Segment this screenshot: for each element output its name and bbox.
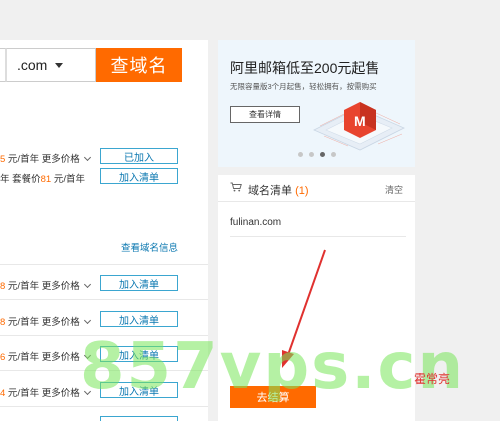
chevron-down-icon [83,153,91,162]
added-button[interactable]: 已加入 [100,148,178,164]
result-price: 年 套餐价81 元/首年 [0,174,85,185]
result-price: 8 元/首年 更多价格 [0,278,91,292]
cart-title: 域名清单 (1) [248,185,309,197]
view-domain-info-link[interactable]: 查看域名信息 [121,240,178,254]
chevron-down-icon [83,280,91,289]
carousel-dots[interactable] [298,152,336,157]
banner-title: 阿里邮箱低至200元起售 [230,60,380,76]
add-to-list-button[interactable] [100,416,178,421]
watermark-text: 857vps.cn [80,330,466,404]
carousel-dot[interactable] [298,152,303,157]
result-price: 4 元/首年 更多价格 [0,385,91,399]
cart-header: 域名清单 (1) 清空 [218,175,415,202]
mail-illustration-icon: M [313,102,405,151]
add-to-list-button[interactable]: 加入清单 [100,275,178,291]
result-price: 8 元/首年 更多价格 [0,314,91,328]
carousel-dot-active[interactable] [320,152,325,157]
add-to-list-button[interactable]: 加入清单 [100,311,178,327]
add-to-list-button[interactable]: 加入清单 [100,168,178,184]
watermark-note: 霍常亮 [414,372,451,386]
cart-item-domain: fulinan.com [230,217,282,228]
view-details-button[interactable]: 查看详情 [230,106,300,123]
cart-count: (1) [295,185,309,197]
banner-subtitle: 无限容量版3个月起售，轻松拥有，按需购买 [230,82,377,91]
carousel-dot[interactable] [309,152,314,157]
result-price: 6 元/首年 更多价格 [0,349,91,363]
clear-cart-link[interactable]: 清空 [385,183,403,196]
carousel-dot[interactable] [331,152,336,157]
chevron-down-icon [83,316,91,325]
search-domain-button[interactable]: 查域名 [96,48,182,82]
svg-text:M: M [354,113,366,129]
tld-select-value: .com [17,57,48,73]
chevron-down-icon [55,62,64,68]
result-price: 5 元/首年 更多价格 [0,151,91,165]
shopping-cart-icon [230,182,242,192]
domain-search-bar: .com 查域名 [0,48,208,82]
tld-select[interactable]: .com [6,48,96,82]
mail-promo-banner[interactable]: 阿里邮箱低至200元起售 无限容量版3个月起售，轻松拥有，按需购买 查看详情 M [218,40,415,167]
